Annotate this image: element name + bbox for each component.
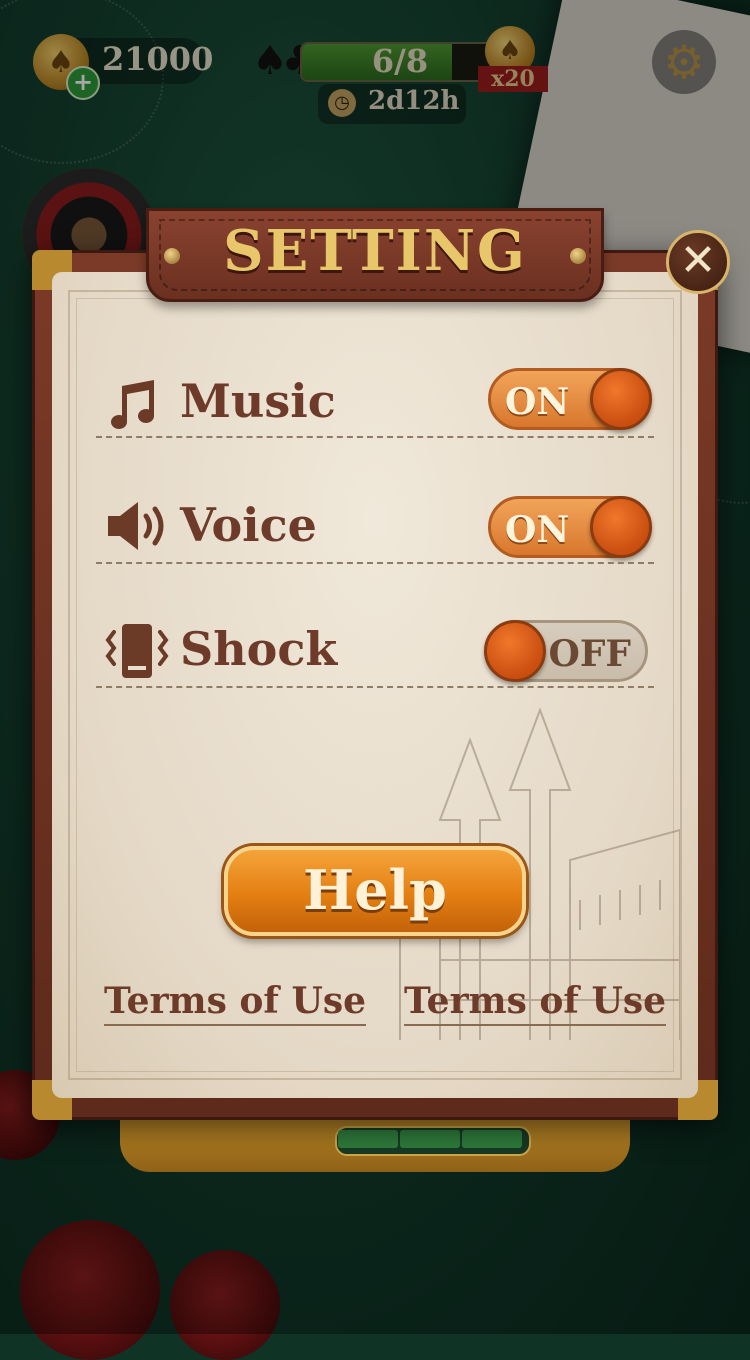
music-toggle[interactable]: ON — [488, 368, 652, 430]
voice-label: Voice — [180, 498, 317, 552]
toggle-knob — [590, 368, 652, 430]
row-divider — [96, 686, 654, 688]
music-toggle-text: ON — [505, 381, 570, 423]
toggle-knob — [590, 496, 652, 558]
shock-label: Shock — [180, 622, 338, 676]
music-note-icon — [111, 380, 154, 429]
dialog-title: SETTING — [223, 218, 527, 284]
terms-of-use-link-right[interactable]: Terms of Use — [404, 980, 667, 1026]
music-label: Music — [180, 374, 336, 428]
bottom-progress-bar — [335, 1126, 531, 1156]
speaker-icon — [108, 502, 164, 550]
row-divider — [96, 436, 654, 438]
vibrate-phone-icon — [105, 624, 169, 678]
toggle-knob — [484, 620, 546, 682]
voice-toggle[interactable]: ON — [488, 496, 652, 558]
terms-of-use-link-left[interactable]: Terms of Use — [104, 980, 367, 1026]
row-divider — [96, 562, 654, 564]
voice-toggle-text: ON — [505, 509, 570, 551]
shock-toggle[interactable]: OFF — [484, 620, 648, 682]
help-button[interactable]: Help — [224, 846, 526, 936]
shock-toggle-text: OFF — [548, 633, 631, 675]
close-button[interactable]: ✕ — [666, 230, 730, 294]
